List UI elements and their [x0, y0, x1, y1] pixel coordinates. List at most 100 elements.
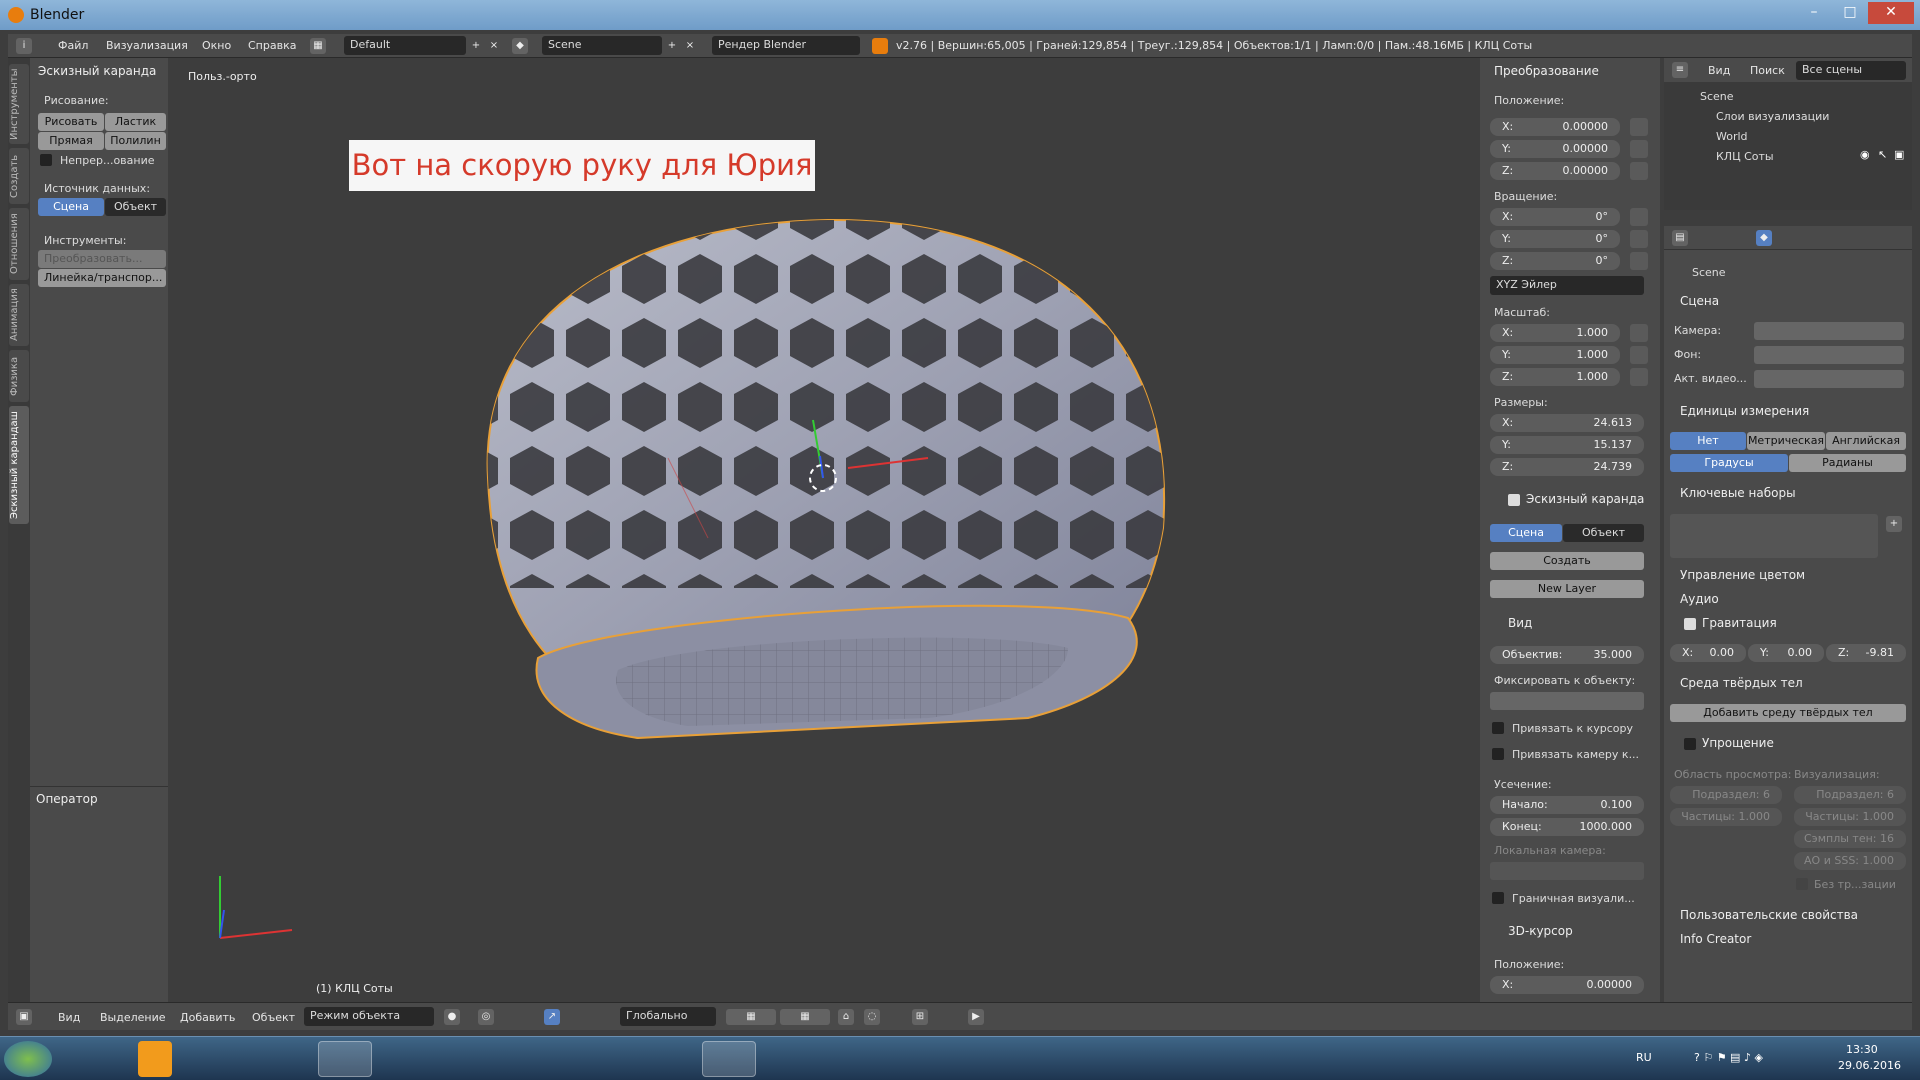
outliner-search-menu[interactable]: Поиск [1750, 64, 1785, 77]
gravity-checkbox[interactable] [1684, 618, 1696, 630]
selectable-cursor-icon[interactable]: ↖ [1878, 148, 1887, 161]
outliner-item-render-layers[interactable]: Слои визуализации [1716, 110, 1829, 123]
degrees-button[interactable]: Градусы [1670, 454, 1788, 472]
properties-editor-icon[interactable]: ▤ [1672, 230, 1688, 246]
subdiv-render-field[interactable]: Подраздел: 6 [1794, 786, 1906, 804]
local-camera-field[interactable] [1490, 862, 1644, 880]
clip-end-field[interactable]: Конец: 1000.000 [1490, 818, 1644, 836]
gp-new-layer-button[interactable]: New Layer [1490, 580, 1644, 598]
border-render-checkbox[interactable] [1492, 892, 1504, 904]
tab-create[interactable]: Создать [9, 148, 29, 204]
line-button[interactable]: Прямая [38, 132, 104, 150]
gp-scene-button[interactable]: Сцена [1490, 524, 1562, 542]
outliner-item-object[interactable]: КЛЦ Соты [1716, 150, 1774, 163]
gravity-x-field[interactable]: X: 0.00 [1670, 644, 1746, 662]
lock-rotation-y-icon[interactable] [1630, 230, 1648, 248]
tab-relations[interactable]: Отношения [9, 208, 29, 280]
add-rigid-body-world-button[interactable]: Добавить среду твёрдых тел [1670, 704, 1906, 722]
menu-select[interactable]: Выделение [100, 1011, 166, 1024]
clock-time[interactable]: 13:30 [1846, 1043, 1878, 1056]
lock-layers-icon[interactable]: ⌂ [838, 1009, 854, 1025]
layers-grid-2-icon[interactable]: ▦ [780, 1009, 830, 1025]
outliner-item-world[interactable]: World [1716, 130, 1748, 143]
source-object-button[interactable]: Объект [105, 198, 166, 216]
simplify-checkbox[interactable] [1684, 738, 1696, 750]
tab-grease-pencil[interactable]: Эскизный карандаш [9, 406, 29, 524]
start-button[interactable] [4, 1041, 52, 1077]
dimension-z-field[interactable]: Z: 24.739 [1490, 458, 1644, 476]
gp-object-button[interactable]: Объект [1563, 524, 1644, 542]
gp-create-button[interactable]: Создать [1490, 552, 1644, 570]
transform-panel-title[interactable]: Преобразование [1494, 64, 1599, 78]
rigid-body-world-title[interactable]: Среда твёрдых тел [1680, 676, 1803, 690]
transform-button[interactable]: Преобразовать... [38, 250, 166, 268]
info-creator-title[interactable]: Info Creator [1680, 932, 1751, 946]
add-scene-icon[interactable]: + [664, 38, 680, 54]
location-y-field[interactable]: Y: 0.00000 [1490, 140, 1620, 158]
3d-viewport[interactable]: Польз.-орто Вот на скорую руку для Юрия [168, 58, 1480, 1002]
tray-icons[interactable]: ? ⚐ ⚑ ▤ ♪ ◈ [1694, 1051, 1763, 1064]
color-management-title[interactable]: Управление цветом [1680, 568, 1805, 582]
render-camera-icon[interactable]: ▣ [1894, 148, 1904, 161]
keying-sets-list[interactable] [1670, 514, 1878, 558]
taskbar-app-9-icon[interactable] [574, 1041, 628, 1077]
clip-start-field[interactable]: Начало: 0.100 [1490, 796, 1644, 814]
lock-rotation-z-icon[interactable] [1630, 252, 1648, 270]
minimize-button[interactable]: – [1796, 2, 1832, 24]
outliner-editor-icon[interactable]: ≡ [1672, 62, 1688, 78]
gp-panel-title[interactable]: Эскизный каранда [1526, 492, 1644, 506]
viewport-shading-icon[interactable]: ● [444, 1009, 460, 1025]
draw-button[interactable]: Рисовать [38, 113, 104, 131]
units-section-title[interactable]: Единицы измерения [1680, 404, 1809, 418]
render-opengl-icon[interactable]: ▶ [968, 1009, 984, 1025]
tab-physics[interactable]: Физика [9, 350, 29, 402]
blender-taskbar-icon[interactable] [382, 1041, 436, 1077]
location-x-field[interactable]: X: 0.00000 [1490, 118, 1620, 136]
render-engine-dropdown[interactable]: Рендер Blender [712, 36, 860, 55]
remove-scene-icon[interactable]: × [682, 38, 698, 54]
honeycomb-ring-model[interactable] [168, 58, 1480, 1002]
editor-type-icon[interactable]: i [16, 38, 32, 54]
scale-x-field[interactable]: X: 1.000 [1490, 324, 1620, 342]
cursor-x-field[interactable]: X: 0.00000 [1490, 976, 1644, 994]
scene-icon[interactable]: ◆ [512, 38, 528, 54]
lock-object-field[interactable] [1490, 692, 1644, 710]
custom-properties-title[interactable]: Пользовательские свойства [1680, 908, 1858, 922]
location-z-field[interactable]: Z: 0.00000 [1490, 162, 1620, 180]
source-scene-button[interactable]: Сцена [38, 198, 104, 216]
camera-field[interactable] [1754, 322, 1904, 340]
particles-render-field[interactable]: Частицы: 1.000 [1794, 808, 1906, 826]
ruler-button[interactable]: Линейка/транспор... [38, 269, 166, 287]
rotation-x-field[interactable]: X: 0° [1490, 208, 1620, 226]
scene-tab-icon[interactable]: ◆ [1756, 230, 1772, 246]
scene-dropdown[interactable]: Scene [542, 36, 662, 55]
menu-window[interactable]: Окно [202, 39, 231, 52]
taskbar-app-10-icon[interactable] [638, 1041, 692, 1077]
language-indicator[interactable]: RU [1636, 1051, 1652, 1064]
keying-sets-title[interactable]: Ключевые наборы [1680, 486, 1796, 500]
gravity-y-field[interactable]: Y: 0.00 [1748, 644, 1824, 662]
background-field[interactable] [1754, 346, 1904, 364]
visibility-eye-icon[interactable]: ◉ [1860, 148, 1870, 161]
clock-date[interactable]: 29.06.2016 [1838, 1059, 1901, 1072]
lock-rotation-x-icon[interactable] [1630, 208, 1648, 226]
lock-scale-z-icon[interactable] [1630, 368, 1648, 386]
add-layout-icon[interactable]: + [468, 38, 484, 54]
viewport-editor-icon[interactable]: ▣ [16, 1009, 32, 1025]
lock-location-y-icon[interactable] [1630, 140, 1648, 158]
eraser-button[interactable]: Ластик [105, 113, 166, 131]
remove-layout-icon[interactable]: × [486, 38, 502, 54]
illustrator-icon[interactable] [138, 1041, 172, 1077]
rotation-y-field[interactable]: Y: 0° [1490, 230, 1620, 248]
unit-imperial-button[interactable]: Английская [1826, 432, 1906, 450]
proportional-edit-icon[interactable]: ◌ [864, 1009, 880, 1025]
lens-field[interactable]: Объектив: 35.000 [1490, 646, 1644, 664]
lock-scale-y-icon[interactable] [1630, 346, 1648, 364]
menu-view[interactable]: Вид [58, 1011, 80, 1024]
lock-cursor-checkbox[interactable] [1492, 722, 1504, 734]
menu-object[interactable]: Объект [252, 1011, 295, 1024]
layout-dropdown[interactable]: Default [344, 36, 466, 55]
scale-y-field[interactable]: Y: 1.000 [1490, 346, 1620, 364]
panel-grease-pencil-title[interactable]: Эскизный каранда [38, 64, 156, 78]
rotation-z-field[interactable]: Z: 0° [1490, 252, 1620, 270]
